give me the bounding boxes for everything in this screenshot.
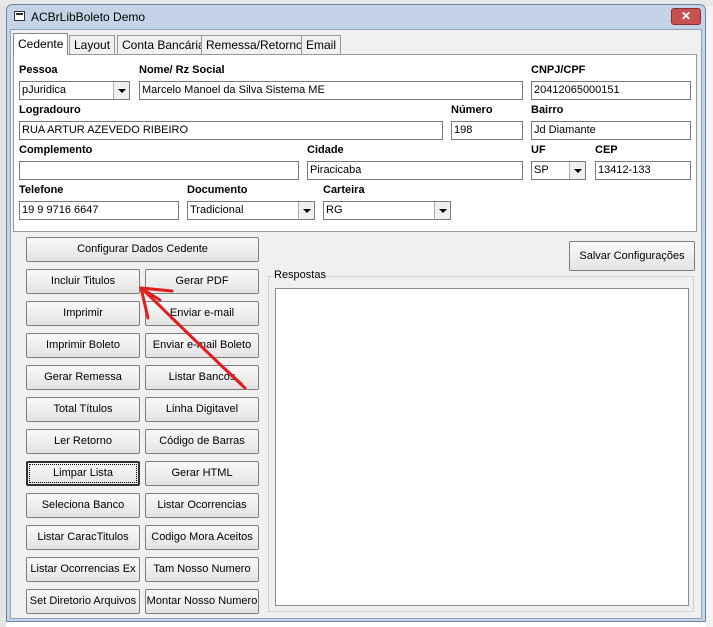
- logradouro-field[interactable]: RUA ARTUR AZEVEDO RIBEIRO: [19, 121, 443, 140]
- gerar-html-button[interactable]: Gerar HTML: [145, 461, 259, 486]
- carteira-label: Carteira: [323, 184, 365, 196]
- cidade-field[interactable]: Piracicaba: [307, 161, 523, 180]
- chevron-down-icon[interactable]: [298, 202, 314, 219]
- cnpj-label: CNPJ/CPF: [531, 64, 586, 76]
- ler-retorno-button[interactable]: Ler Retorno: [26, 429, 140, 454]
- tam-nosso-numero-button[interactable]: Tam Nosso Numero: [145, 557, 259, 582]
- main-window: ACBrLibBoleto Demo ✕ Cedente Layout Cont…: [6, 4, 706, 622]
- cnpj-field[interactable]: 20412065000151: [531, 81, 691, 100]
- bairro-field[interactable]: Jd Diamante: [531, 121, 691, 140]
- tab-layout[interactable]: Layout: [69, 35, 116, 54]
- salvar-configuracoes-button[interactable]: Salvar Configurações: [569, 241, 695, 271]
- tab-page-cedente: Pessoa pJuridica Nome/ Rz Social Marcelo…: [13, 54, 697, 232]
- title-bar[interactable]: ACBrLibBoleto Demo ✕: [7, 5, 705, 29]
- gerar-remessa-button[interactable]: Gerar Remessa: [26, 365, 140, 390]
- total-titulos-button[interactable]: Total Títulos: [26, 397, 140, 422]
- listar-ocorrencias-button[interactable]: Listar Ocorrencias: [145, 493, 259, 518]
- window-client-area: Cedente Layout Conta Bancária Remessa/Re…: [10, 29, 702, 619]
- uf-select[interactable]: SP: [531, 161, 586, 180]
- documento-value: Tradicional: [190, 204, 244, 216]
- carteira-value: RG: [326, 204, 343, 216]
- background-right-edge: [706, 6, 713, 627]
- nome-label: Nome/ Rz Social: [139, 64, 225, 76]
- listar-bancos-button[interactable]: Listar Bancos: [145, 365, 259, 390]
- codigo-de-barras-button[interactable]: Código de Barras: [145, 429, 259, 454]
- numero-field[interactable]: 198: [451, 121, 523, 140]
- carteira-select[interactable]: RG: [323, 201, 451, 220]
- nome-field[interactable]: Marcelo Manoel da Silva Sistema ME: [139, 81, 523, 100]
- pessoa-select[interactable]: pJuridica: [19, 81, 130, 100]
- numero-label: Número: [451, 104, 493, 116]
- close-button[interactable]: ✕: [671, 8, 701, 25]
- tab-email[interactable]: Email: [301, 35, 342, 54]
- imprimir-boleto-button[interactable]: Imprimir Boleto: [26, 333, 140, 358]
- chevron-down-icon[interactable]: [569, 162, 585, 179]
- tab-conta-bancaria[interactable]: Conta Bancária: [117, 35, 210, 54]
- pessoa-label: Pessoa: [19, 64, 58, 76]
- cidade-label: Cidade: [307, 144, 344, 156]
- complemento-label: Complemento: [19, 144, 93, 156]
- tab-remessa-retorno[interactable]: Remessa/Retorno: [201, 35, 308, 54]
- gerar-pdf-button[interactable]: Gerar PDF: [145, 269, 259, 294]
- listar-caractitulos-button[interactable]: Listar CaracTitulos: [26, 525, 140, 550]
- incluir-titulos-button[interactable]: Incluir Titulos: [26, 269, 140, 294]
- bairro-label: Bairro: [531, 104, 564, 116]
- listar-ocorrencias-ex-button[interactable]: Listar Ocorrencias Ex: [26, 557, 140, 582]
- app-window-icon: [14, 11, 25, 21]
- limpar-lista-button[interactable]: Limpar Lista: [26, 461, 140, 486]
- chevron-down-icon[interactable]: [434, 202, 450, 219]
- montar-nosso-numero-button[interactable]: Montar Nosso Numero: [145, 589, 259, 614]
- respostas-label: Respostas: [273, 269, 327, 281]
- window-title: ACBrLibBoleto Demo: [31, 10, 146, 24]
- complemento-field[interactable]: [19, 161, 299, 180]
- uf-label: UF: [531, 144, 546, 156]
- telefone-label: Telefone: [19, 184, 64, 196]
- logradouro-label: Logradouro: [19, 104, 81, 116]
- respostas-memo[interactable]: [275, 288, 689, 606]
- cep-field[interactable]: 13412-133: [595, 161, 691, 180]
- enviar-email-button[interactable]: Enviar e-mail: [145, 301, 259, 326]
- enviar-email-boleto-button[interactable]: Enviar e-mail Boleto: [145, 333, 259, 358]
- imprimir-button[interactable]: Imprimir: [26, 301, 140, 326]
- telefone-field[interactable]: 19 9 9716 6647: [19, 201, 179, 220]
- documento-label: Documento: [187, 184, 248, 196]
- uf-value: SP: [534, 164, 549, 176]
- set-diretorio-arquivos-button[interactable]: Set Diretorio Arquivos: [26, 589, 140, 614]
- cep-label: CEP: [595, 144, 618, 156]
- linha-digitavel-button[interactable]: Linha Digitavel: [145, 397, 259, 422]
- pessoa-value: pJuridica: [22, 84, 67, 96]
- tab-cedente[interactable]: Cedente: [13, 33, 69, 55]
- documento-select[interactable]: Tradicional: [187, 201, 315, 220]
- seleciona-banco-button[interactable]: Seleciona Banco: [26, 493, 140, 518]
- codigo-mora-aceitos-button[interactable]: Codigo Mora Aceitos: [145, 525, 259, 550]
- configurar-dados-cedente-button[interactable]: Configurar Dados Cedente: [26, 237, 259, 262]
- chevron-down-icon[interactable]: [113, 82, 129, 99]
